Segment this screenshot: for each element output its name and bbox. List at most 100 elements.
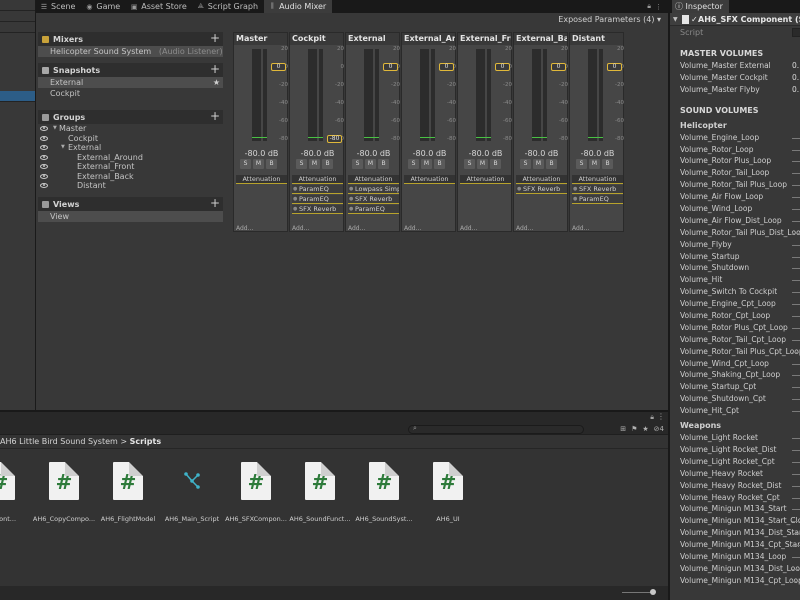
- property-row[interactable]: Volume_Air Flow_Dist_Loop: [670, 215, 800, 227]
- property-row[interactable]: Volume_Wind_Loop: [670, 203, 800, 215]
- property-slider[interactable]: [792, 232, 800, 234]
- property-value-field[interactable]: 0.: [792, 60, 799, 72]
- property-row[interactable]: Volume_Minigun M134_Dist_Loop: [670, 563, 800, 575]
- favorite-star-icon[interactable]: ★: [642, 424, 648, 435]
- bypass-button[interactable]: B: [322, 159, 333, 169]
- eye-icon[interactable]: [40, 154, 48, 160]
- property-row[interactable]: Volume_Master Flyby 0.: [670, 84, 800, 96]
- attenuation-effect[interactable]: Attenuation: [572, 175, 623, 184]
- volume-fader[interactable]: 0: [271, 63, 286, 71]
- property-row[interactable]: Volume_Minigun M134_Start_Clos: [670, 515, 800, 527]
- property-slider[interactable]: [792, 268, 800, 270]
- mute-button[interactable]: M: [421, 159, 432, 169]
- property-row[interactable]: Volume_Rotor_Tail_Cpt_Loop: [670, 334, 800, 346]
- exposed-parameters-dropdown[interactable]: Exposed Parameters (4) ▾: [555, 14, 664, 25]
- property-slider[interactable]: [792, 339, 800, 341]
- property-row[interactable]: Volume_Wind_Cpt_Loop: [670, 358, 800, 370]
- property-slider[interactable]: [792, 363, 800, 365]
- hierarchy-row[interactable]: [0, 22, 35, 33]
- file-item[interactable]: # AH6_CopyCompo...: [32, 462, 96, 523]
- property-row[interactable]: Volume_Shutdown: [670, 262, 800, 274]
- add-effect-button[interactable]: Add...: [348, 225, 365, 232]
- snapshot-item-cockpit[interactable]: Cockpit: [38, 88, 223, 99]
- file-item[interactable]: # AH6_SoundSyst...: [352, 462, 416, 523]
- chevron-down-icon[interactable]: ▼: [673, 13, 678, 25]
- property-slider[interactable]: [792, 485, 800, 487]
- solo-button[interactable]: S: [576, 159, 587, 169]
- property-slider[interactable]: [792, 580, 800, 582]
- property-row[interactable]: Volume_Startup_Cpt: [670, 381, 800, 393]
- hierarchy-row-selected[interactable]: [0, 91, 35, 102]
- eye-icon[interactable]: [40, 183, 48, 188]
- mute-button[interactable]: M: [533, 159, 544, 169]
- add-mixer-button[interactable]: +: [210, 32, 220, 45]
- mute-button[interactable]: M: [253, 159, 264, 169]
- property-row[interactable]: Volume_Light Rocket_Dist: [670, 444, 800, 456]
- channel-name[interactable]: External_Arou: [402, 33, 455, 45]
- tab-inspector[interactable]: ⓘ Inspector: [672, 0, 729, 13]
- file-item[interactable]: # eraCont...: [0, 462, 32, 523]
- file-item[interactable]: # AH6_SoundFunct...: [288, 462, 352, 523]
- property-row[interactable]: Volume_Minigun M134_Dist_Start: [670, 527, 800, 539]
- solo-button[interactable]: S: [296, 159, 307, 169]
- property-slider[interactable]: [792, 438, 800, 440]
- effect-slot[interactable]: SFX Reverb: [516, 185, 567, 194]
- property-slider[interactable]: [792, 244, 800, 246]
- attenuation-effect[interactable]: Attenuation: [404, 175, 455, 184]
- attenuation-effect[interactable]: Attenuation: [516, 175, 567, 184]
- property-row[interactable]: Volume_Air Flow_Loop: [670, 191, 800, 203]
- group-item[interactable]: External_Around: [38, 153, 223, 163]
- bypass-button[interactable]: B: [434, 159, 445, 169]
- channel-name[interactable]: External_Back: [514, 33, 567, 45]
- volume-fader[interactable]: -80: [327, 135, 342, 143]
- property-row[interactable]: Volume_Heavy Rocket: [670, 468, 800, 480]
- property-slider[interactable]: [792, 185, 800, 187]
- attenuation-effect[interactable]: Attenuation: [292, 175, 343, 184]
- property-slider[interactable]: [792, 411, 800, 413]
- icon-size-slider-knob[interactable]: [650, 589, 656, 595]
- channel-name[interactable]: External_Front: [458, 33, 511, 45]
- add-effect-button[interactable]: Add...: [516, 225, 533, 232]
- channel-name[interactable]: Master: [234, 33, 287, 45]
- group-item[interactable]: Distant: [38, 181, 223, 191]
- mute-button[interactable]: M: [365, 159, 376, 169]
- property-row[interactable]: Volume_Rotor Plus_Cpt_Loop: [670, 322, 800, 334]
- channel-name[interactable]: Cockpit: [290, 33, 343, 45]
- property-slider[interactable]: [792, 556, 800, 558]
- effect-slot[interactable]: ParamEQ: [572, 195, 623, 204]
- eye-icon[interactable]: [40, 145, 48, 150]
- tab-asset-store[interactable]: ▣ Asset Store: [126, 0, 193, 13]
- group-item[interactable]: Cockpit: [38, 134, 223, 144]
- property-value-field[interactable]: 0.: [792, 72, 799, 84]
- effect-slot[interactable]: SFX Reverb: [572, 185, 623, 194]
- volume-fader[interactable]: 0: [551, 63, 566, 71]
- property-row[interactable]: Volume_Shutdown_Cpt: [670, 393, 800, 405]
- property-row[interactable]: Volume_Rotor_Tail_Loop: [670, 167, 800, 179]
- filter-by-label-icon[interactable]: ⚑: [631, 424, 637, 435]
- property-row[interactable]: Volume_Rotor_Cpt_Loop: [670, 310, 800, 322]
- property-row[interactable]: Volume_Rotor Plus_Loop: [670, 155, 800, 167]
- group-item[interactable]: ▼ Master: [38, 124, 223, 134]
- property-row[interactable]: Volume_Hit_Cpt: [670, 405, 800, 417]
- solo-button[interactable]: S: [240, 159, 251, 169]
- hidden-packages-icon[interactable]: ⊘4: [654, 424, 664, 435]
- snapshot-item-external[interactable]: External ★: [38, 77, 223, 88]
- volume-fader[interactable]: 0: [495, 63, 510, 71]
- property-slider[interactable]: [792, 351, 800, 353]
- property-slider[interactable]: [792, 209, 800, 211]
- property-row[interactable]: Volume_Engine_Cpt_Loop: [670, 298, 800, 310]
- more-menu-icon[interactable]: ⋮: [655, 3, 662, 11]
- lock-icon[interactable]: 🔒︎: [647, 2, 651, 11]
- tab-script-graph[interactable]: ⟁ Script Graph: [193, 0, 264, 13]
- property-row[interactable]: Volume_Startup: [670, 251, 800, 263]
- property-slider[interactable]: [792, 545, 800, 547]
- property-slider[interactable]: [792, 509, 800, 511]
- tab-game[interactable]: ◉ Game: [81, 0, 126, 13]
- breadcrumb-parent[interactable]: AH6 Little Bird Sound System: [0, 437, 118, 446]
- chevron-down-icon[interactable]: ▼: [53, 124, 57, 134]
- property-slider[interactable]: [792, 568, 800, 570]
- add-group-button[interactable]: +: [210, 110, 220, 123]
- tab-scene[interactable]: ☰ Scene: [36, 0, 81, 13]
- property-row[interactable]: Volume_Minigun M134_Cpt_Start: [670, 539, 800, 551]
- add-snapshot-button[interactable]: +: [210, 63, 220, 76]
